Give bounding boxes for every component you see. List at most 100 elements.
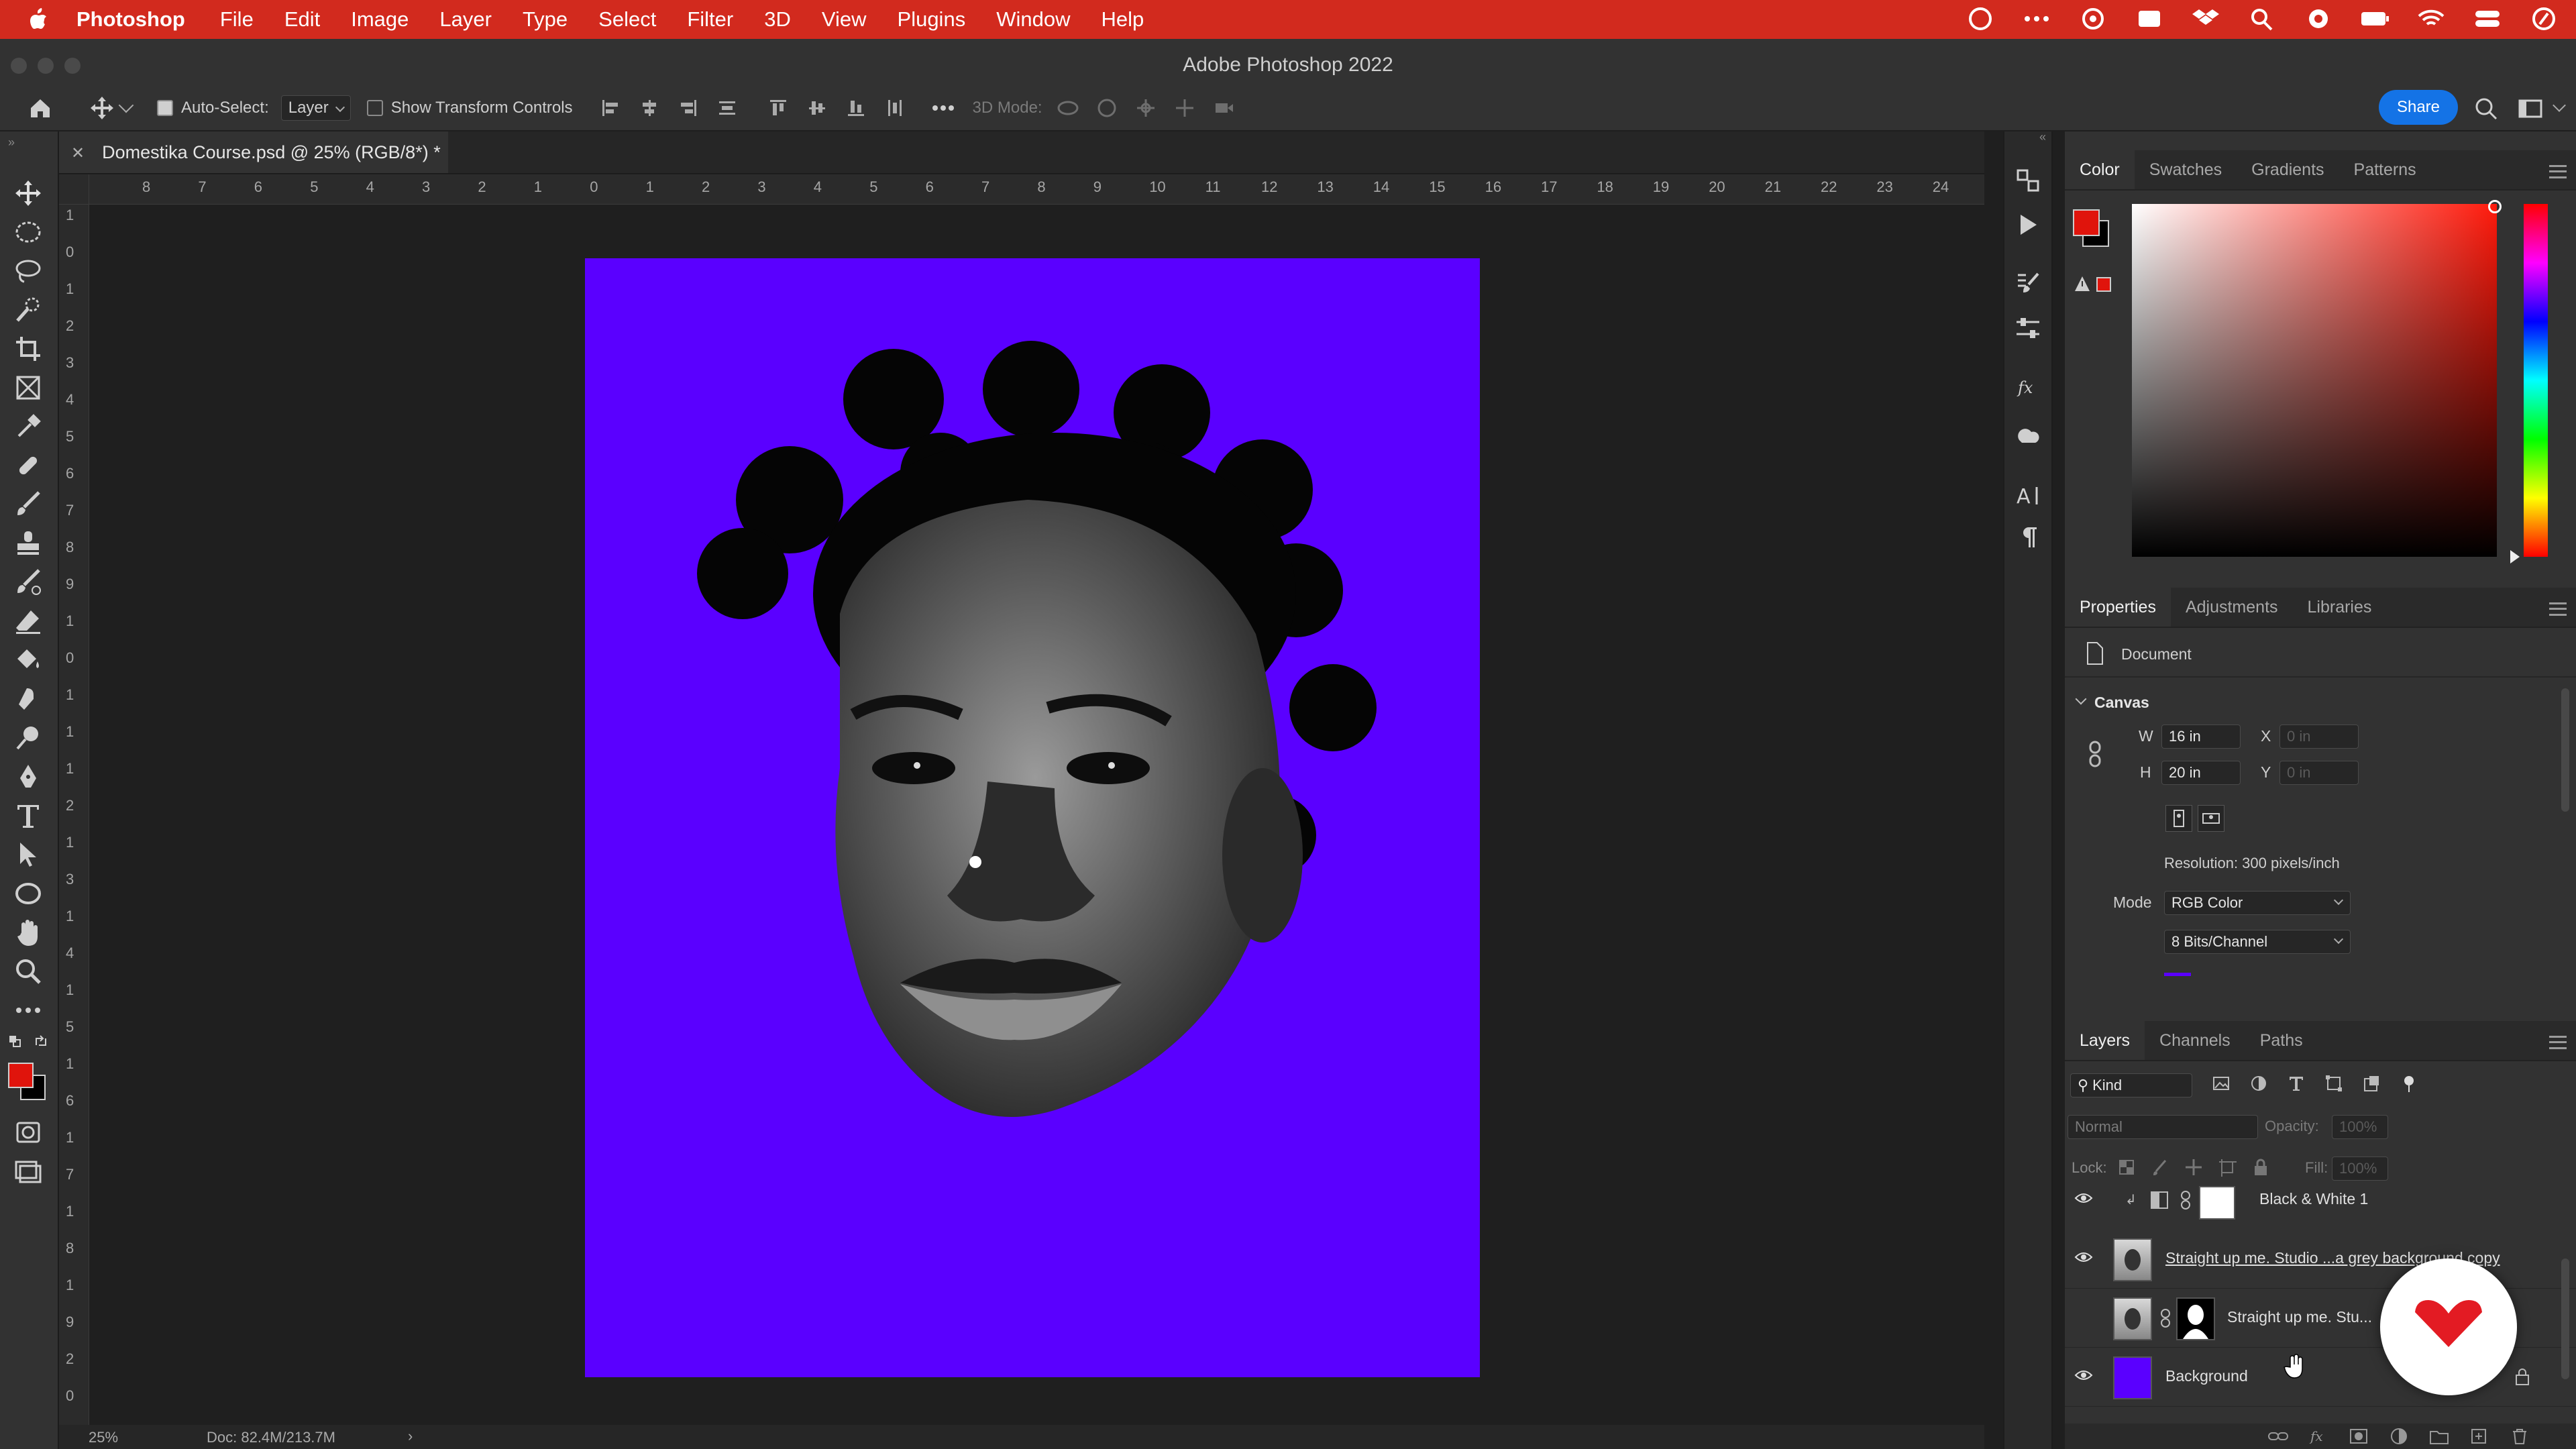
distribute-vertical-icon[interactable] [716, 97, 738, 119]
width-field[interactable]: 16 in [2161, 724, 2241, 749]
lasso-tool-icon[interactable] [13, 256, 43, 286]
out-of-gamut-warning-icon[interactable] [2074, 275, 2112, 294]
brush-settings-icon[interactable] [2014, 270, 2042, 298]
hue-slider[interactable] [2524, 204, 2548, 557]
share-button[interactable]: Share [2379, 90, 2458, 125]
link-layers-icon[interactable] [2267, 1426, 2289, 1446]
spotlight-icon[interactable] [2247, 5, 2277, 32]
filter-adjustment-icon[interactable] [2249, 1073, 2269, 1093]
clone-stamp-tool-icon[interactable] [13, 529, 43, 558]
doc-size[interactable]: Doc: 82.4M/213.7M [207, 1429, 335, 1446]
zoom-tool-icon[interactable] [13, 957, 43, 986]
canvas-document[interactable] [585, 258, 1480, 1377]
move-tool-icon[interactable] [13, 178, 43, 208]
home-icon[interactable] [27, 95, 54, 121]
align-top-icon[interactable] [767, 97, 789, 119]
creative-cloud-icon[interactable] [1966, 5, 1995, 32]
auto-select-checkbox[interactable] [157, 100, 173, 116]
align-left-icon[interactable] [600, 97, 621, 119]
canvas-color-swatch[interactable] [2164, 973, 2191, 976]
layers-scrollbar[interactable] [2561, 1258, 2569, 1379]
adjustments-sliders-icon[interactable] [2014, 314, 2042, 342]
align-middle-icon[interactable] [806, 97, 828, 119]
history-panel-icon[interactable] [2014, 166, 2042, 195]
filter-toggle-icon[interactable] [2399, 1073, 2419, 1093]
color-panel-foreground-swatch[interactable] [2073, 209, 2100, 236]
foreground-color-swatch[interactable] [8, 1063, 34, 1088]
actions-panel-icon[interactable] [2014, 211, 2042, 239]
screen-mode-icon[interactable] [13, 1157, 43, 1186]
ruler-left[interactable]: 101234567891011121314151617181920 [59, 204, 89, 1425]
healing-brush-tool-icon[interactable] [13, 451, 43, 480]
filter-type-icon[interactable] [2286, 1073, 2306, 1093]
tab-color[interactable]: Color [2065, 150, 2135, 189]
ruler-origin[interactable] [59, 174, 89, 205]
menu-layer[interactable]: Layer [439, 7, 492, 32]
menu-filter[interactable]: Filter [687, 7, 733, 32]
type-tool-icon[interactable] [13, 801, 43, 830]
edit-toolbar-icon[interactable] [13, 996, 43, 1025]
layer-name[interactable]: Black & White 1 [2259, 1190, 2368, 1208]
quick-selection-tool-icon[interactable] [13, 295, 43, 325]
cloud-docs-icon[interactable] [2014, 423, 2042, 451]
layer-mask-thumbnail[interactable] [2199, 1186, 2235, 1220]
menu-edit[interactable]: Edit [284, 7, 320, 32]
quick-mask-icon[interactable] [13, 1118, 43, 1147]
3d-roll-icon[interactable] [1095, 97, 1119, 119]
opacity-field[interactable]: 100% [2332, 1115, 2388, 1139]
character-panel-icon[interactable]: A [2014, 482, 2042, 510]
add-mask-icon[interactable] [2348, 1426, 2369, 1446]
color-mode-dropdown[interactable]: RGB Color [2164, 891, 2351, 915]
tab-paths[interactable]: Paths [2245, 1021, 2318, 1060]
siri-icon[interactable] [2529, 5, 2559, 32]
mask-link-icon[interactable] [2159, 1308, 2172, 1328]
screen-icon[interactable] [2135, 5, 2164, 32]
properties-panel-menu-icon[interactable] [2549, 602, 2567, 616]
workspace-icon[interactable] [2517, 95, 2544, 122]
distribute-horizontal-icon[interactable] [884, 97, 906, 119]
brush-tool-icon[interactable] [13, 490, 43, 519]
paragraph-panel-icon[interactable] [2014, 523, 2042, 551]
document-tab[interactable]: ✕ Domestika Course.psd @ 25% (RGB/8*) * [59, 131, 448, 173]
move-tool-icon[interactable] [89, 95, 115, 121]
path-selection-tool-icon[interactable] [13, 840, 43, 869]
link-dimensions-icon[interactable] [2088, 741, 2102, 767]
mask-link-icon[interactable] [2178, 1190, 2194, 1210]
menu-3d[interactable]: 3D [764, 7, 791, 32]
eyedropper-tool-icon[interactable] [13, 412, 43, 441]
ruler-top[interactable]: 8 7 6 5 4 3 2 1 0 1 2 3 4 5 6 7 8 9 10 11 12 13 14 15 16 17 18 19 20… [59, 174, 1984, 205]
menu-window[interactable]: Window [996, 7, 1070, 32]
menu-plugins[interactable]: Plugins [898, 7, 966, 32]
new-adjustment-layer-icon[interactable] [2388, 1426, 2410, 1446]
layers-panel-menu-icon[interactable] [2549, 1036, 2567, 1049]
filter-shape-icon[interactable] [2324, 1073, 2344, 1093]
visibility-eye-icon[interactable] [2074, 1368, 2093, 1382]
battery-icon[interactable] [2360, 5, 2390, 32]
more-options-icon[interactable] [930, 97, 957, 119]
blend-mode-dropdown[interactable]: Normal [2068, 1115, 2258, 1139]
history-brush-tool-icon[interactable] [13, 568, 43, 597]
3d-scale-icon[interactable] [1212, 97, 1236, 119]
visibility-eye-icon[interactable] [2074, 1250, 2093, 1264]
layer-mask-thumbnail[interactable] [2176, 1297, 2215, 1340]
menu-help[interactable]: Help [1101, 7, 1144, 32]
bit-depth-dropdown[interactable]: 8 Bits/Channel [2164, 930, 2351, 954]
swap-colors-icon[interactable] [34, 1034, 48, 1049]
lock-transparent-icon[interactable] [2117, 1158, 2136, 1177]
status-chevron-icon[interactable]: › [408, 1428, 413, 1445]
layer-row[interactable]: ↲ Black & White 1 [2065, 1186, 2576, 1230]
collapse-toolbar-icon[interactable]: » [8, 136, 15, 150]
pen-tool-icon[interactable] [13, 762, 43, 792]
3d-orbit-icon[interactable] [1056, 97, 1080, 119]
settings-icon[interactable] [2304, 5, 2333, 32]
3d-slide-icon[interactable] [1173, 97, 1197, 119]
properties-scrollbar[interactable] [2561, 688, 2569, 812]
layer-style-fx-icon[interactable]: fx [2308, 1426, 2329, 1446]
paint-bucket-tool-icon[interactable] [13, 645, 43, 675]
search-icon[interactable] [2473, 95, 2500, 122]
menu-select[interactable]: Select [598, 7, 656, 32]
align-bottom-icon[interactable] [845, 97, 867, 119]
collapse-panels-icon[interactable]: « [2039, 130, 2046, 144]
visibility-eye-icon[interactable] [2074, 1191, 2093, 1205]
sync-icon[interactable] [2078, 5, 2108, 32]
